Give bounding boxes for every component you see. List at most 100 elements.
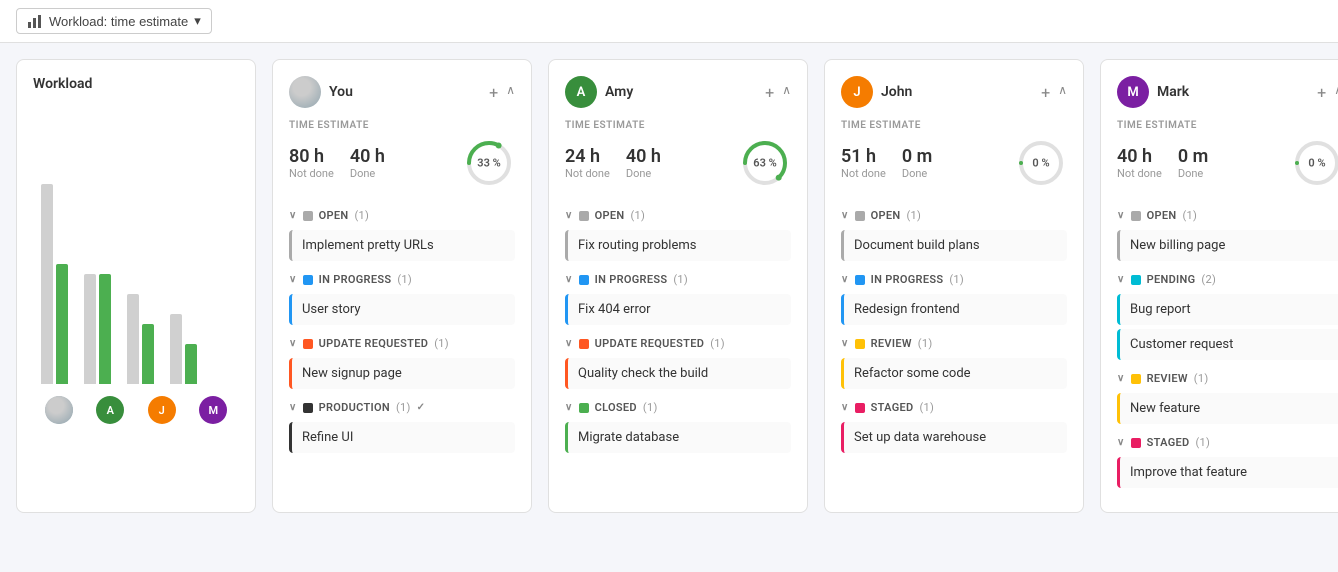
you-progress-label: 33 %	[477, 157, 500, 170]
task-item-amy-1-0[interactable]: Fix 404 error	[565, 294, 791, 325]
john-section-1: ∨ IN PROGRESS (1) Redesign frontend	[841, 269, 1067, 325]
section-label-john-1: IN PROGRESS	[871, 273, 944, 286]
chevron-john-1: ∨	[841, 274, 849, 285]
you-section-header-2[interactable]: ∨ UPDATE REQUESTED (1)	[289, 333, 515, 354]
task-item-you-1-0[interactable]: User story	[289, 294, 515, 325]
task-item-john-2-0[interactable]: Refactor some code	[841, 358, 1067, 389]
section-label-amy-2: UPDATE REQUESTED	[595, 337, 705, 350]
amy-section-header-1[interactable]: ∨ IN PROGRESS (1)	[565, 269, 791, 290]
section-count-you-2: (1)	[434, 337, 449, 350]
task-item-john-1-0[interactable]: Redesign frontend	[841, 294, 1067, 325]
john-collapse-button[interactable]: ∧	[1058, 83, 1067, 102]
john-section-header-3[interactable]: ∨ STAGED (1)	[841, 397, 1067, 418]
section-dot-you-1	[303, 275, 313, 285]
task-item-mark-0-0[interactable]: New billing page	[1117, 230, 1338, 261]
amy-name: Amy	[605, 84, 633, 100]
section-count-mark-0: (1)	[1182, 209, 1197, 222]
section-count-john-3: (1)	[919, 401, 934, 414]
task-item-john-0-0[interactable]: Document build plans	[841, 230, 1067, 261]
mark-add-button[interactable]: +	[1317, 83, 1326, 102]
task-item-you-0-0[interactable]: Implement pretty URLs	[289, 230, 515, 261]
task-item-mark-1-1[interactable]: Customer request	[1117, 329, 1338, 360]
gray-bar-2	[127, 294, 139, 384]
user-info-amy: A Amy	[565, 76, 633, 108]
user-info-mark: MMark	[1117, 76, 1189, 108]
gray-bar-0	[41, 184, 53, 384]
section-dot-mark-3	[1131, 438, 1141, 448]
task-item-you-3-0[interactable]: Refine UI	[289, 422, 515, 453]
mark-not-done-value: 40 h	[1117, 146, 1162, 167]
john-not-done-label: Not done	[841, 167, 886, 180]
section-label-you-1: IN PROGRESS	[319, 273, 392, 286]
bar-container-1	[84, 144, 111, 384]
user-column-amy: AAmy+∧TIME ESTIMATE24 hNot done40 hDone …	[548, 59, 808, 513]
amy-section-header-3[interactable]: ∨ CLOSED (1)	[565, 397, 791, 418]
john-time-label: TIME ESTIMATE	[841, 120, 1067, 131]
john-section-header-1[interactable]: ∨ IN PROGRESS (1)	[841, 269, 1067, 290]
section-dot-you-2	[303, 339, 313, 349]
mark-progress-circle: 0 %	[1291, 137, 1338, 189]
mark-section-header-0[interactable]: ∨ OPEN (1)	[1117, 205, 1338, 226]
mark-section-header-2[interactable]: ∨ REVIEW (1)	[1117, 368, 1338, 389]
chevron-amy-0: ∨	[565, 210, 573, 221]
john-section-header-0[interactable]: ∨ OPEN (1)	[841, 205, 1067, 226]
john-add-button[interactable]: +	[1041, 83, 1050, 102]
mark-section-3: ∨ STAGED (1) Improve that feature	[1117, 432, 1338, 488]
section-count-mark-1: (2)	[1201, 273, 1216, 286]
amy-add-button[interactable]: +	[765, 83, 774, 102]
avatar-row: AJM	[33, 396, 239, 424]
amy-done-label: Done	[626, 167, 661, 180]
task-item-amy-3-0[interactable]: Migrate database	[565, 422, 791, 453]
mark-section-1: ∨ PENDING (2) Bug report Customer request	[1117, 269, 1338, 360]
mark-collapse-button[interactable]: ∧	[1334, 83, 1338, 102]
task-item-amy-0-0[interactable]: Fix routing problems	[565, 230, 791, 261]
task-item-john-3-0[interactable]: Set up data warehouse	[841, 422, 1067, 453]
task-item-mark-2-0[interactable]: New feature	[1117, 393, 1338, 424]
amy-time-row: 24 hNot done40 hDone 63 %	[565, 137, 791, 189]
chevron-mark-3: ∨	[1117, 437, 1125, 448]
task-item-amy-2-0[interactable]: Quality check the build	[565, 358, 791, 389]
you-section-header-3[interactable]: ∨ PRODUCTION (1) ✓	[289, 397, 515, 418]
you-section-header-1[interactable]: ∨ IN PROGRESS (1)	[289, 269, 515, 290]
workload-panel: Workload AJM	[16, 59, 256, 513]
you-name: You	[329, 84, 353, 100]
amy-section-header-2[interactable]: ∨ UPDATE REQUESTED (1)	[565, 333, 791, 354]
mark-section-header-3[interactable]: ∨ STAGED (1)	[1117, 432, 1338, 453]
task-item-mark-3-0[interactable]: Improve that feature	[1117, 457, 1338, 488]
task-item-mark-1-0[interactable]: Bug report	[1117, 294, 1338, 325]
section-dot-mark-2	[1131, 374, 1141, 384]
user-column-john: JJohn+∧TIME ESTIMATE51 hNot done0 mDone …	[824, 59, 1084, 513]
amy-section-header-0[interactable]: ∨ OPEN (1)	[565, 205, 791, 226]
you-section-header-0[interactable]: ∨ OPEN (1)	[289, 205, 515, 226]
section-dot-mark-1	[1131, 275, 1141, 285]
you-section-0: ∨ OPEN (1) Implement pretty URLs	[289, 205, 515, 261]
section-dot-john-2	[855, 339, 865, 349]
you-section-1: ∨ IN PROGRESS (1) User story	[289, 269, 515, 325]
bar-container-0	[41, 144, 68, 384]
mark-section-2: ∨ REVIEW (1) New feature	[1117, 368, 1338, 424]
chevron-you-3: ∨	[289, 402, 297, 413]
you-done: 40 hDone	[350, 146, 385, 180]
you-add-button[interactable]: +	[489, 83, 498, 102]
section-label-you-3: PRODUCTION	[319, 401, 390, 414]
task-item-you-2-0[interactable]: New signup page	[289, 358, 515, 389]
john-section-header-2[interactable]: ∨ REVIEW (1)	[841, 333, 1067, 354]
you-collapse-button[interactable]: ∧	[506, 83, 515, 102]
john-avatar: J	[841, 76, 873, 108]
amy-section-0: ∨ OPEN (1) Fix routing problems	[565, 205, 791, 261]
amy-section-1: ∨ IN PROGRESS (1) Fix 404 error	[565, 269, 791, 325]
amy-collapse-button[interactable]: ∧	[782, 83, 791, 102]
section-dot-amy-2	[579, 339, 589, 349]
you-section-3: ∨ PRODUCTION (1) ✓ Refine UI	[289, 397, 515, 453]
section-label-john-3: STAGED	[871, 401, 914, 414]
amy-avatar: A	[565, 76, 597, 108]
you-section-2: ∨ UPDATE REQUESTED (1) New signup page	[289, 333, 515, 389]
chevron-john-0: ∨	[841, 210, 849, 221]
you-done-label: Done	[350, 167, 385, 180]
chevron-you-2: ∨	[289, 338, 297, 349]
section-dot-amy-1	[579, 275, 589, 285]
you-chart-avatar	[45, 396, 73, 424]
mark-section-header-1[interactable]: ∨ PENDING (2)	[1117, 269, 1338, 290]
workload-button[interactable]: Workload: time estimate ▾	[16, 8, 212, 34]
john-done-label: Done	[902, 167, 932, 180]
